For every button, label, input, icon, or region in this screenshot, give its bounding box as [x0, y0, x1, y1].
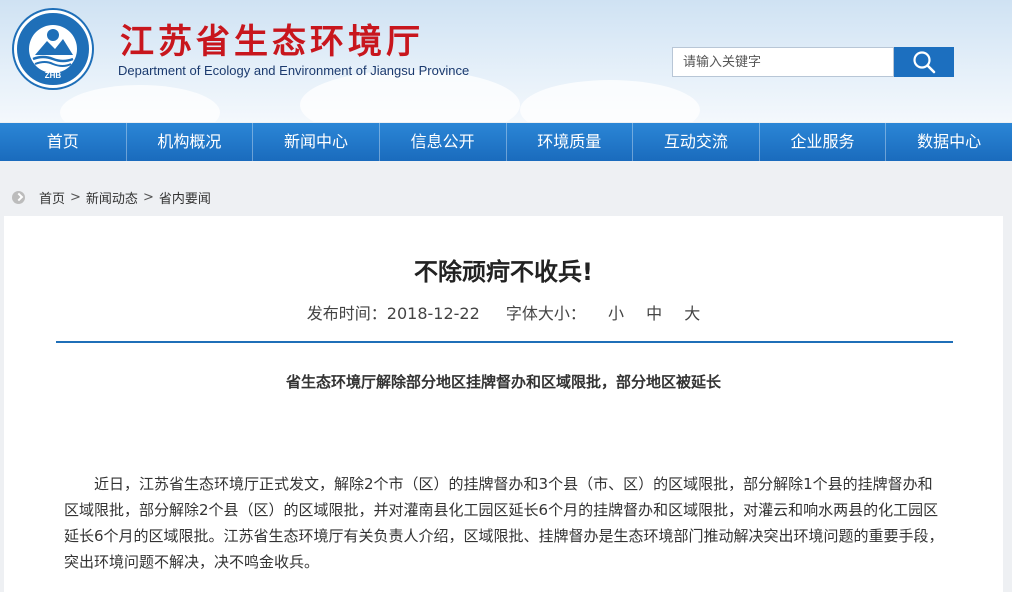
breadcrumb-news[interactable]: 新闻动态 — [86, 188, 138, 207]
search-icon — [913, 51, 936, 74]
svg-text:ZHB: ZHB — [45, 71, 62, 80]
nav-item-interaction[interactable]: 互动交流 — [633, 123, 760, 161]
nav-item-disclosure[interactable]: 信息公开 — [380, 123, 507, 161]
article-meta: 发布时间：2018-12-22 字体大小： 小 中 大 — [4, 300, 1003, 324]
font-size-small-button[interactable]: 小 — [608, 304, 624, 323]
agency-logo[interactable]: ZHB — [14, 10, 92, 88]
article-lead: 省生态环境厅解除部分地区挂牌督办和区域限批，部分地区被延长 — [285, 373, 721, 391]
nav-item-enterprise-services[interactable]: 企业服务 — [760, 123, 887, 161]
site-subtitle: Department of Ecology and Environment of… — [118, 63, 470, 78]
article-panel: 不除顽疴不收兵! 发布时间：2018-12-22 字体大小： 小 中 大 省生态… — [4, 216, 1003, 592]
search-bar — [672, 47, 954, 79]
font-size-medium-button[interactable]: 中 — [646, 304, 662, 323]
breadcrumb-provincial-news[interactable]: 省内要闻 — [159, 188, 211, 207]
breadcrumb-home[interactable]: 首页 — [39, 188, 65, 207]
font-size-label: 字体大小： — [505, 304, 586, 323]
breadcrumb-separator: > — [142, 189, 154, 205]
nav-item-about[interactable]: 机构概况 — [127, 123, 254, 161]
site-title: 江苏省生态环境厅 — [120, 22, 424, 62]
search-button[interactable] — [894, 47, 954, 77]
cloud-decoration — [60, 85, 220, 122]
article-title: 不除顽疴不收兵! — [414, 258, 593, 286]
nav-item-news[interactable]: 新闻中心 — [253, 123, 380, 161]
site-header: ZHB 江苏省生态环境厅 Department of Ecology and E… — [0, 0, 1012, 122]
article-body: 近日，江苏省生态环境厅正式发文，解除2个市（区）的挂牌督办和3个县（市、区）的区… — [64, 475, 944, 571]
nav-item-environment-quality[interactable]: 环境质量 — [507, 123, 634, 161]
location-icon — [12, 190, 25, 204]
cloud-decoration — [520, 80, 700, 122]
logo-emblem-icon: ZHB — [23, 19, 83, 80]
font-size-large-button[interactable]: 大 — [684, 304, 700, 323]
breadcrumb: 首页 > 新闻动态 > 省内要闻 — [12, 185, 211, 209]
nav-item-home[interactable]: 首页 — [0, 123, 127, 161]
main-nav: 首页 机构概况 新闻中心 信息公开 环境质量 互动交流 企业服务 数据中心 — [0, 123, 1012, 161]
breadcrumb-separator: > — [70, 189, 81, 205]
search-input[interactable] — [672, 47, 894, 77]
publish-date: 发布时间：2018-12-22 — [306, 304, 480, 323]
nav-item-data-center[interactable]: 数据中心 — [886, 123, 1012, 161]
title-divider — [56, 341, 953, 343]
